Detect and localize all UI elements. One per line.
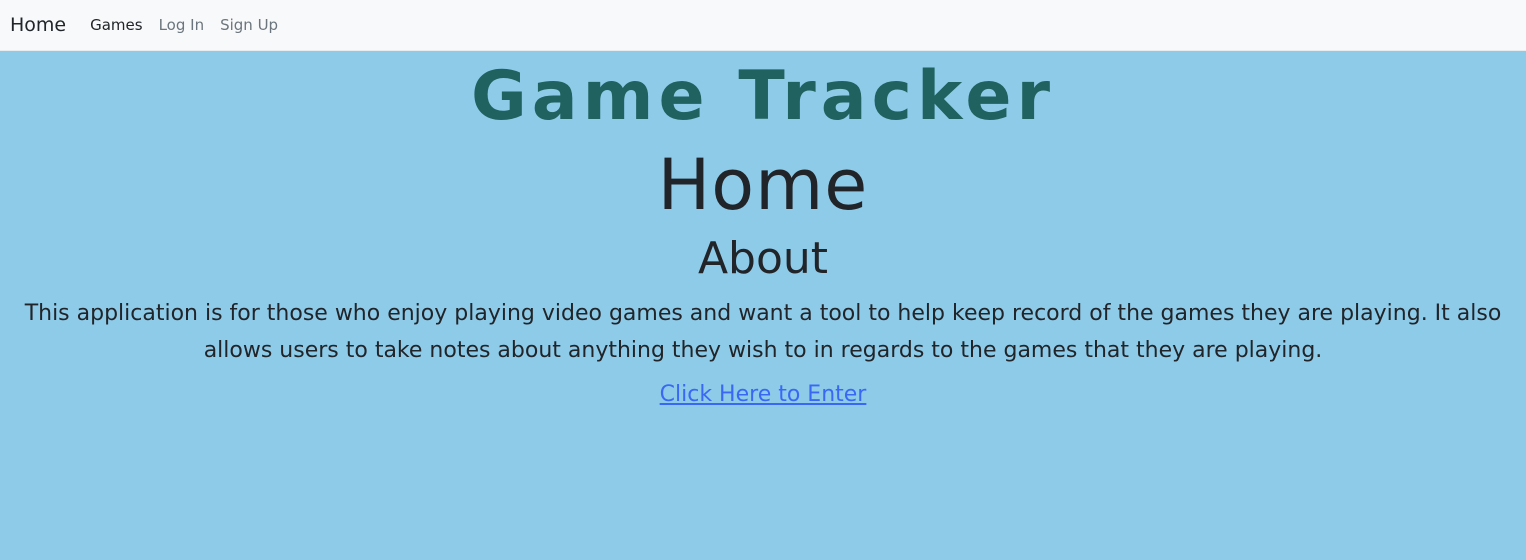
- page-title: Home: [657, 144, 869, 226]
- enter-link[interactable]: Click Here to Enter: [660, 382, 867, 407]
- site-title: Game Tracker: [470, 57, 1056, 136]
- about-text: This application is for those who enjoy …: [24, 301, 1502, 363]
- about-heading: About: [697, 233, 829, 284]
- nav-link-games[interactable]: Games: [90, 16, 142, 34]
- nav-link-sign-up[interactable]: Sign Up: [220, 16, 278, 34]
- navbar-brand-home[interactable]: Home: [10, 14, 66, 36]
- navbar: Home Games Log In Sign Up: [0, 0, 1526, 51]
- main-content: Game Tracker Home About This application…: [0, 57, 1526, 408]
- nav-link-log-in[interactable]: Log In: [159, 16, 205, 34]
